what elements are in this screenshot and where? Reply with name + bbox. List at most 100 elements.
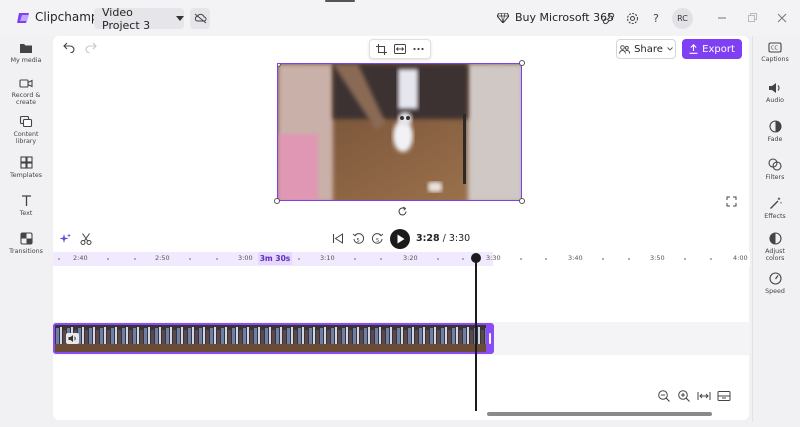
help-question-icon[interactable]: ? [648,10,664,26]
ai-sparkle-icon[interactable] [59,233,71,245]
ruler-tick: 3:10 [320,254,335,262]
timeline-zoom-controls [657,389,731,403]
ruler-tick: 4:00 [733,254,748,262]
ruler-tick: 3:40 [568,254,583,262]
nav-label: My media [10,57,42,64]
video-frame-image [278,64,521,200]
resize-handle-bottom-right[interactable] [519,198,525,204]
settings-gear-icon[interactable] [624,10,640,26]
restore-window-icon[interactable] [746,12,758,24]
camera-icon [19,79,33,88]
panel-label: Speed [765,288,785,295]
video-preview[interactable] [277,63,522,201]
nav-text[interactable]: Text [4,194,48,217]
library-icon [19,115,33,128]
zoom-out-icon[interactable] [657,389,671,403]
nav-templates[interactable]: Templates [4,156,48,179]
clip-thumbnail-strip [55,325,492,352]
project-name-dropdown[interactable]: Video Project 3 [94,6,184,32]
contrast-icon [768,232,782,245]
magic-wand-icon [769,197,781,209]
folder-icon [20,44,32,53]
split-scissors-icon[interactable] [80,233,92,245]
zoom-in-icon[interactable] [677,389,691,403]
share-label: Share [634,43,663,55]
panel-label: Fade [767,136,783,143]
gauge-icon [768,272,782,285]
templates-icon [19,156,33,169]
fullscreen-icon[interactable] [726,196,737,207]
nav-record-create[interactable]: Record & create [4,78,48,106]
panel-label: Filters [765,174,785,181]
cloud-sync-off-button[interactable] [190,8,210,29]
crop-icon[interactable] [376,43,388,55]
panel-captions[interactable]: CC Captions [756,42,794,63]
people-icon [619,44,631,54]
panel-speed[interactable]: Speed [756,272,794,295]
captions-icon: CC [768,42,782,53]
speaker-icon [769,83,780,93]
fade-icon [768,120,782,133]
ruler-tick: 2:50 [155,254,170,262]
resize-handle-top-right[interactable] [519,60,525,66]
right-sidebar-divider [752,36,753,422]
timeline-horizontal-scrollbar[interactable] [487,412,712,416]
nav-label: Text [19,210,33,217]
skip-to-start-icon[interactable] [332,233,344,244]
panel-fade[interactable]: Fade [756,120,794,143]
panel-audio[interactable]: Audio [756,82,794,104]
video-clip[interactable] [53,323,494,354]
nav-label: Record & create [11,92,41,106]
panel-label: Captions [761,56,789,63]
total-time: 3:30 [448,233,471,244]
caret-down-icon [176,15,184,22]
panel-effects[interactable]: Effects [756,197,794,220]
close-window-icon[interactable] [776,12,788,24]
filters-icon [768,158,782,171]
ruler-tick: 3:20 [403,254,418,262]
share-link-icon[interactable] [600,10,616,26]
nav-content-library[interactable]: Content library [4,115,48,145]
playhead-handle[interactable] [471,253,481,263]
nav-my-media[interactable]: My media [4,42,48,64]
svg-text:5: 5 [376,238,379,244]
clip-volume-icon[interactable] [66,333,79,344]
ruler-tick: 2:40 [73,254,88,262]
timeline-view-icon[interactable] [717,389,731,403]
panel-filters[interactable]: Filters [756,158,794,181]
svg-text:CC: CC [771,46,778,52]
text-icon [21,195,31,206]
panel-label: Audio [766,97,784,104]
rotate-icon[interactable] [397,206,408,217]
share-button[interactable]: Share [616,39,676,59]
nav-transitions[interactable]: Transitions [4,232,48,255]
upload-icon [689,44,698,54]
rewind-5-seconds-icon[interactable]: 5 [352,232,365,245]
buy-microsoft-365-button[interactable]: Buy Microsoft 365 [497,11,614,24]
ruler-tick: 3:50 [650,254,665,262]
export-button[interactable]: Export [682,39,742,59]
minimize-window-icon[interactable] [716,12,728,24]
svg-text:5: 5 [357,238,360,244]
panel-adjust-colors[interactable]: Adjust colors [756,232,794,262]
redo-icon[interactable] [85,42,97,53]
playback-time: 3:28 / 3:30 [416,233,470,244]
ruler-tick: 3:30 [486,254,501,262]
playhead[interactable] [475,258,477,411]
play-button[interactable] [390,229,410,249]
resize-handle-bottom-left[interactable] [274,198,280,204]
left-sidebar: My media Record & create Content library… [4,36,48,422]
nav-label: Content library [13,131,39,145]
more-options-icon[interactable] [413,47,424,51]
undo-icon[interactable] [63,42,75,53]
fit-timeline-icon[interactable] [697,389,711,403]
panel-label: Effects [764,213,786,220]
drag-handle[interactable] [325,0,355,2]
avatar[interactable]: RC [672,8,693,29]
ruler-tick: 3:00 [238,254,253,262]
fit-frame-icon[interactable] [393,44,406,54]
panel-label: Adjust colors [765,248,785,262]
clip-trim-handle-right[interactable] [486,325,494,352]
forward-5-seconds-icon[interactable]: 5 [371,232,384,245]
preview-toolbar [369,39,431,59]
